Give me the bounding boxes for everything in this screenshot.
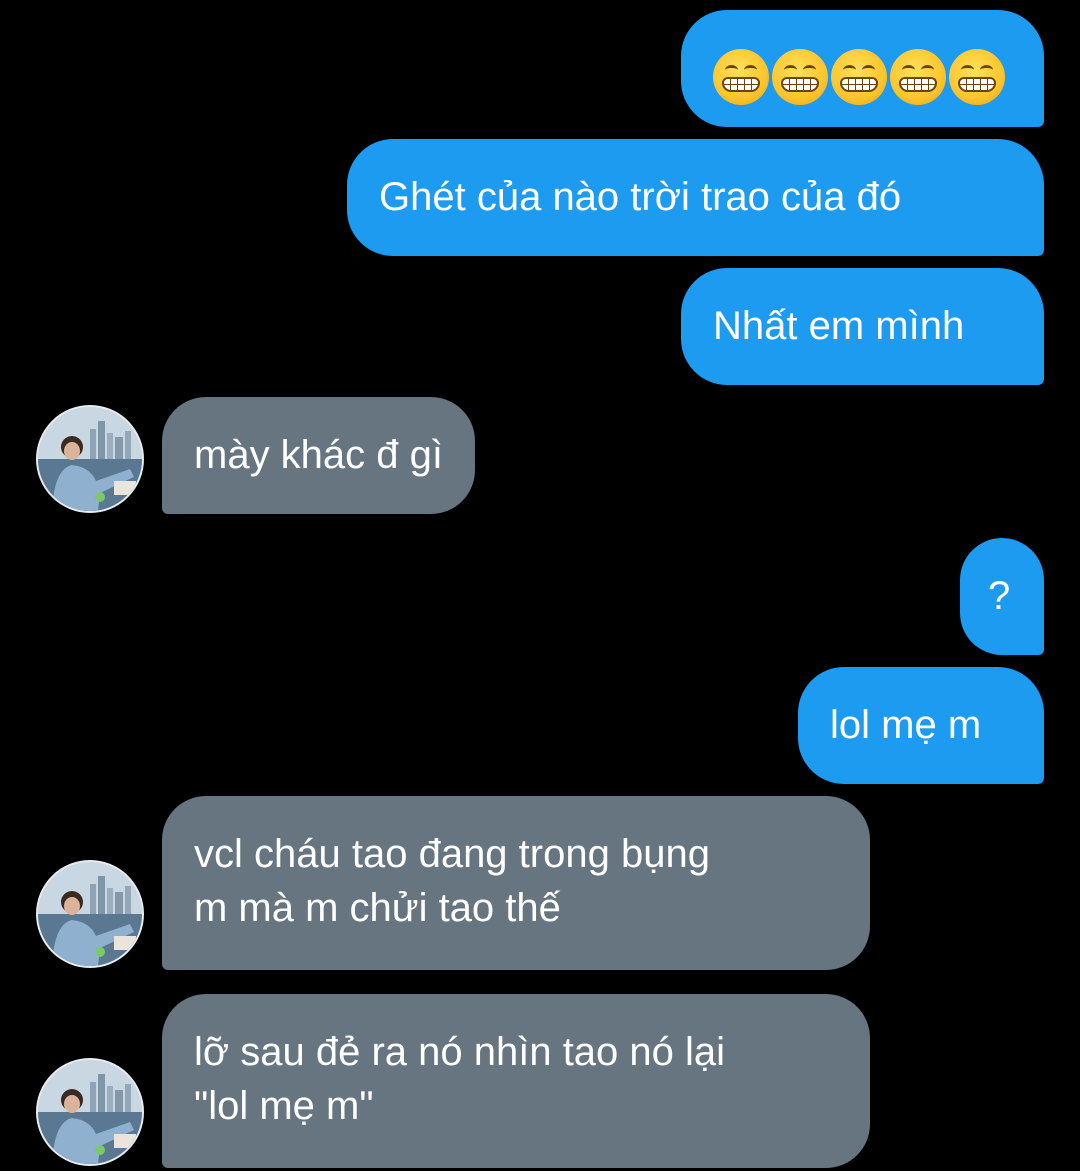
message-text-line: "lol mẹ m" (194, 1084, 374, 1128)
contact-avatar[interactable] (36, 1058, 144, 1166)
contact-avatar[interactable] (36, 860, 144, 968)
message-text: lol mẹ m (830, 703, 982, 747)
grinning-emoji-icon (772, 49, 828, 105)
sent-message[interactable]: ? (960, 538, 1044, 655)
received-message[interactable]: mày khác đ gì (162, 397, 476, 514)
message-text: mày khác đ gì (194, 433, 444, 477)
sent-message-emoji[interactable] (681, 10, 1044, 127)
message-text: Ghét của nào trời trao của đó (379, 175, 902, 219)
grinning-emoji-icon (890, 49, 946, 105)
grinning-emoji-icon (949, 49, 1005, 105)
message-text: Nhất em mình (713, 304, 965, 348)
grinning-emoji-icon (831, 49, 887, 105)
avatar-photo (38, 407, 142, 511)
message-text-line: vcl cháu tao đang trong bụng (194, 832, 710, 876)
received-message[interactable]: lỡ sau đẻ ra nó nhìn tao nó lại "lol mẹ … (162, 994, 870, 1168)
sent-message[interactable]: lol mẹ m (798, 667, 1044, 784)
sent-message[interactable]: Ghét của nào trời trao của đó (347, 139, 1044, 256)
contact-avatar[interactable] (36, 405, 144, 513)
sent-message[interactable]: Nhất em mình (681, 268, 1044, 385)
avatar-photo (38, 1060, 142, 1164)
received-message[interactable]: vcl cháu tao đang trong bụng m mà m chửi… (162, 796, 870, 970)
message-text-line: m mà m chửi tao thế (194, 886, 561, 930)
avatar-photo (38, 862, 142, 966)
grinning-emoji-icon (713, 49, 769, 105)
emoji-row (713, 41, 1013, 105)
message-text-line: lỡ sau đẻ ra nó nhìn tao nó lại (194, 1030, 726, 1074)
message-text: ? (988, 574, 1011, 618)
